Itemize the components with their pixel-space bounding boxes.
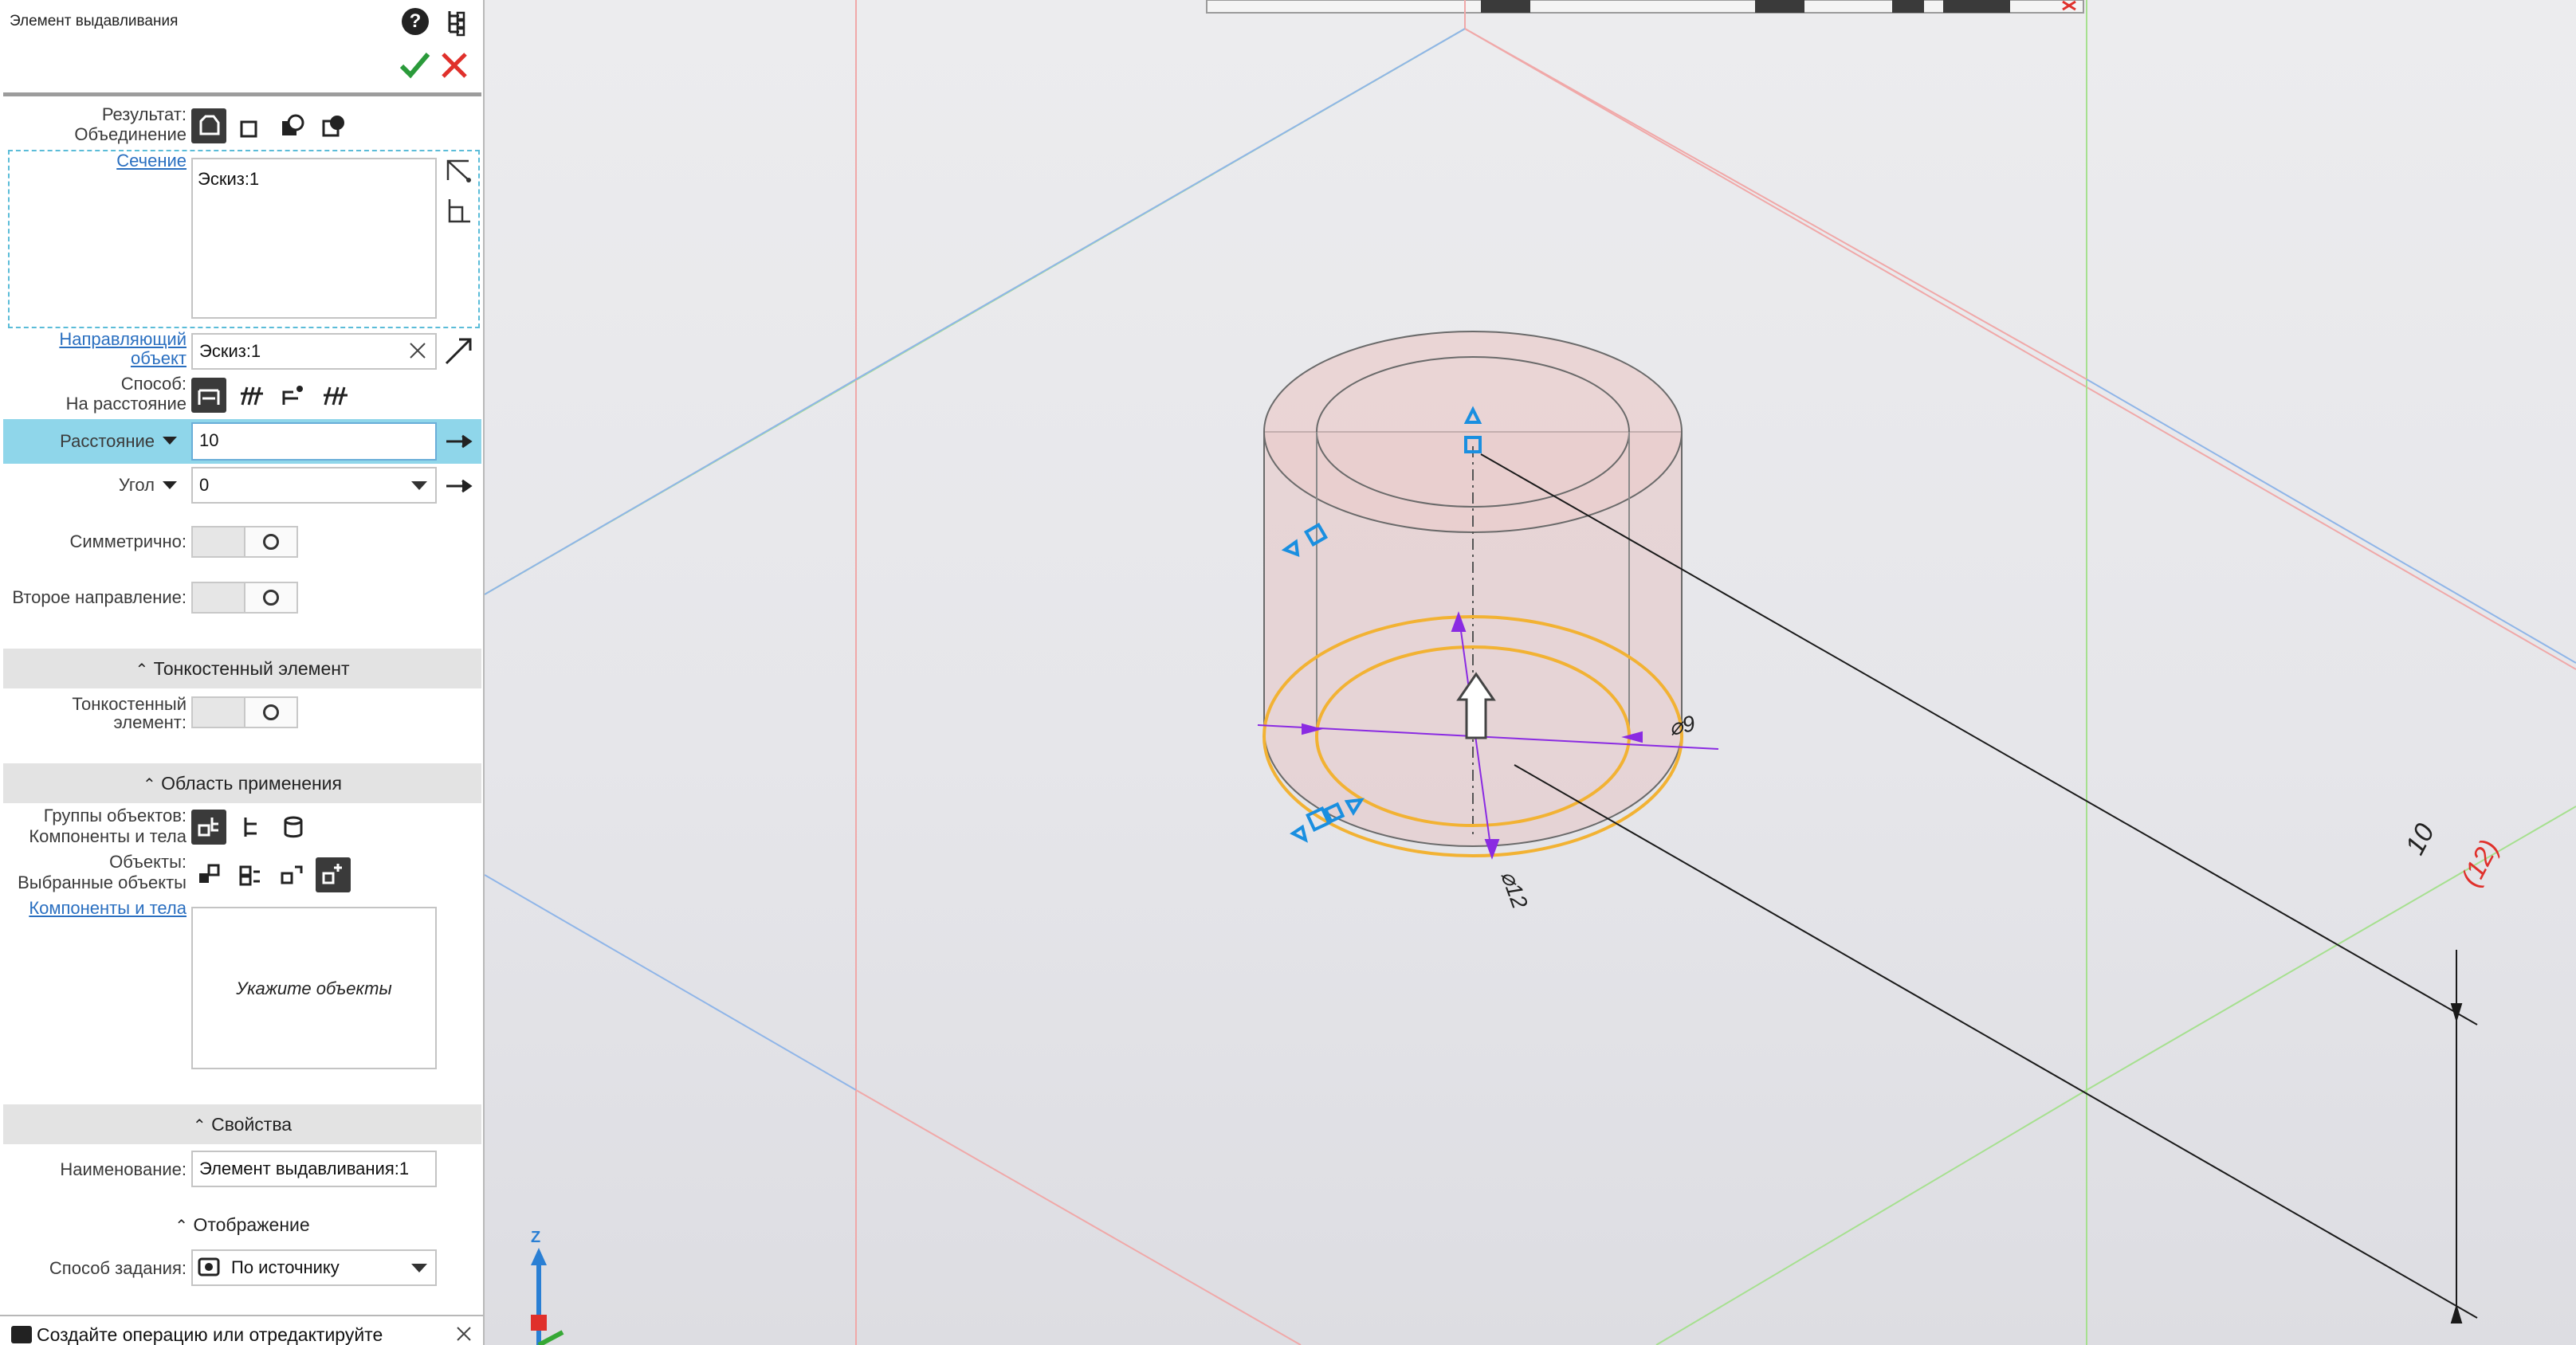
angle-select-chevron-icon[interactable] (411, 481, 427, 490)
palette-icon (198, 1256, 222, 1278)
guide-object-link-line2[interactable]: объект (131, 349, 187, 368)
display-select-chevron-icon[interactable] (411, 1264, 427, 1272)
second-direction-label: Второе направление: (12, 587, 187, 607)
method-distance-button[interactable] (191, 378, 226, 413)
thin-wall-header-text: Тонкостенный элемент (153, 658, 350, 679)
objects-value: Выбранные объекты (18, 872, 187, 892)
thin-wall-section-header[interactable]: ⌃ Тонкостенный элемент (3, 649, 481, 688)
result-new-body-button[interactable] (231, 110, 266, 145)
thin-wall-label-line1: Тонкостенный (72, 694, 187, 714)
display-method-select[interactable]: По источнику (191, 1249, 437, 1286)
angle-select[interactable]: 0 (191, 467, 437, 504)
name-label: Наименование: (60, 1159, 187, 1179)
thin-wall-toggle[interactable] (191, 696, 298, 728)
angle-value: 0 (199, 475, 210, 495)
clear-x-icon[interactable] (408, 341, 427, 360)
angle-dropdown-caret-icon[interactable] (163, 481, 177, 489)
object-groups-label: Группы объектов: (43, 806, 187, 825)
guide-object-field[interactable]: Эскиз:1 (191, 333, 437, 370)
scope-section-header[interactable]: ⌃ Область применения (3, 763, 481, 803)
chevron-up-icon: ⌃ (135, 661, 149, 679)
method-to-surface-button[interactable] (317, 378, 352, 413)
result-value: Объединение (74, 124, 187, 144)
distance-input[interactable]: 10 (191, 422, 437, 461)
display-section-header[interactable]: ⌃ Отображение (3, 1214, 481, 1236)
panel-title: Элемент выдавливания (10, 13, 179, 29)
display-header-text: Отображение (193, 1214, 310, 1235)
guide-object-link-line1[interactable]: Направляющий (59, 330, 187, 349)
objects-selected-button[interactable] (316, 857, 351, 892)
status-text: Создайте операцию или отредактируйте (37, 1324, 383, 1345)
components-bodies-link[interactable]: Компоненты и тела (29, 899, 187, 918)
groups-tree-button[interactable] (234, 810, 269, 845)
distance-dropdown-caret-icon[interactable] (163, 437, 177, 445)
ok-checkmark-icon[interactable] (399, 49, 430, 81)
panel-divider (3, 92, 481, 96)
method-label: Способ: (120, 374, 187, 394)
status-close-icon[interactable] (456, 1326, 472, 1342)
property-panel: Элемент выдавливания ? Результат: Объеди… (0, 0, 485, 1345)
chevron-up-icon: ⌃ (142, 776, 156, 794)
groups-bodies-button[interactable] (276, 810, 311, 845)
scope-header-text: Область применения (161, 773, 342, 794)
section-link[interactable]: Сечение (116, 151, 187, 171)
cancel-x-icon[interactable] (440, 51, 469, 80)
direction-arrow-icon[interactable] (443, 335, 475, 367)
method-through-all-button[interactable] (234, 378, 269, 413)
section-list[interactable]: Эскиз:1 (191, 158, 437, 319)
angle-label[interactable]: Угол (119, 476, 155, 495)
sketch-edit-icon[interactable] (445, 196, 473, 225)
distance-label[interactable]: Расстояние (60, 432, 155, 451)
top-toolbar[interactable] (1206, 0, 2084, 14)
3d-viewport[interactable]: ⌀12 ⌀9 10 (12) Z (485, 0, 2576, 1345)
sketch-select-icon[interactable] (445, 156, 473, 185)
second-direction-toggle[interactable] (191, 582, 298, 614)
objects-filter-button[interactable] (274, 857, 309, 892)
chevron-up-icon: ⌃ (192, 1117, 206, 1135)
properties-header-text: Свойства (211, 1114, 293, 1135)
thin-wall-label-line2: элемент: (113, 712, 187, 732)
help-icon[interactable]: ? (402, 8, 429, 35)
objects-list-placeholder: Укажите объекты (236, 978, 392, 998)
result-subtract-button[interactable] (274, 108, 309, 143)
objects-label: Объекты: (109, 852, 187, 872)
groups-components-bodies-button[interactable] (191, 810, 226, 845)
symmetric-label: Симметрично: (69, 531, 187, 551)
inner-diameter-label[interactable]: ⌀9 (1667, 710, 1698, 741)
result-label: Результат: (101, 104, 187, 124)
objects-all-button[interactable] (191, 857, 226, 892)
result-intersect-button[interactable] (316, 108, 351, 143)
objects-list[interactable]: Укажите объекты (191, 907, 437, 1069)
method-value: На расстояние (65, 394, 187, 414)
object-groups-value: Компоненты и тела (29, 826, 187, 846)
name-value: Элемент выдавливания:1 (199, 1159, 410, 1178)
objects-visible-button[interactable] (233, 857, 268, 892)
properties-section-header[interactable]: ⌃ Свойства (3, 1104, 481, 1144)
angle-direction-arrow-icon[interactable] (446, 478, 473, 494)
tree-icon[interactable] (443, 8, 469, 37)
symmetric-toggle[interactable] (191, 526, 298, 558)
name-input[interactable]: Элемент выдавливания:1 (191, 1151, 437, 1187)
distance-value: 10 (199, 430, 219, 450)
guide-object-value: Эскиз:1 (199, 341, 261, 361)
display-method-value: По источнику (231, 1257, 340, 1277)
result-union-button[interactable] (191, 108, 226, 143)
section-list-item[interactable]: Эскиз:1 (198, 169, 259, 190)
z-axis-label: Z (531, 1229, 541, 1246)
direction-right-arrow-icon[interactable] (446, 433, 473, 449)
axis-triad (531, 1248, 564, 1345)
chevron-up-icon: ⌃ (175, 1218, 189, 1235)
display-method-label: Способ задания: (49, 1258, 187, 1278)
message-icon (11, 1326, 32, 1343)
method-to-vertex-button[interactable] (276, 378, 311, 413)
